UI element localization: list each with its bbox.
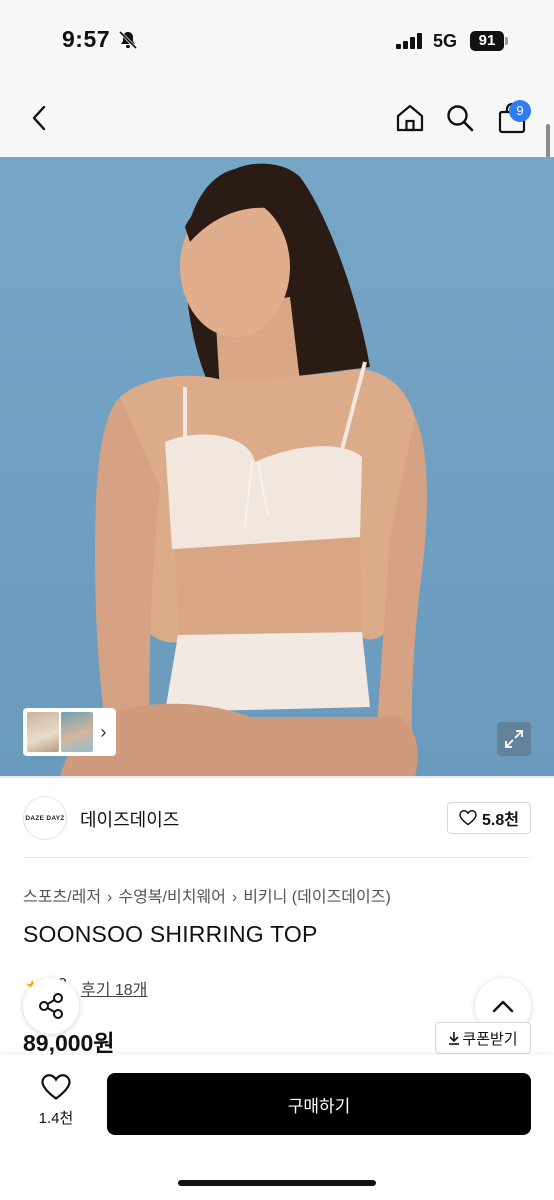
product-image[interactable] [0,157,554,776]
chevron-right-icon: › [107,889,113,906]
buy-button[interactable]: 구매하기 [107,1073,531,1135]
cart-count-badge: 9 [509,100,531,122]
brand-like-button[interactable]: 5.8천 [447,802,531,834]
brand-logo[interactable]: DAZE DAYZ [23,796,67,840]
thumbnail-strip[interactable]: › [23,708,116,756]
bell-off-icon [118,30,138,50]
search-icon [447,105,474,132]
chevron-up-icon [492,1000,514,1013]
product-title: SOONSOO SHIRRING TOP [23,921,318,947]
brand-divider [23,857,531,858]
coupon-label: 쿠폰받기 [462,1030,518,1048]
thumbnail-1[interactable] [27,712,59,752]
review-link[interactable]: 후기 18개 [81,976,147,1000]
breadcrumb-item-bikini[interactable]: 비키니 (데이즈데이즈) [243,889,391,906]
thumbnail-2[interactable] [60,712,93,752]
wishlist-button[interactable]: 1.4천 [28,1074,84,1134]
home-icon [396,104,424,132]
download-icon [449,1032,460,1045]
heart-icon [459,810,477,826]
breadcrumb: 스포츠/레저 › 수영복/비치웨어 › 비키니 (데이즈데이즈) [23,883,391,907]
coupon-button[interactable]: 쿠폰받기 [435,1022,531,1054]
breadcrumb-item-swimwear[interactable]: 수영복/비치웨어 [118,889,226,906]
expand-icon [505,730,523,748]
network-type: 5G [433,31,458,51]
share-icon [39,993,63,1019]
status-time: 9:57 [62,26,111,52]
wishlist-count: 1.4천 [38,1110,74,1127]
product-price: 89,000원 [23,1030,115,1056]
model-photo [60,163,427,776]
home-indicator [178,1180,376,1186]
breadcrumb-item-sports[interactable]: 스포츠/레저 [23,889,101,906]
brand-name[interactable]: 데이즈데이즈 [80,806,179,832]
heart-icon [41,1074,71,1100]
status-bar: 9:57 5G 91 [0,0,554,84]
home-button[interactable] [392,100,428,136]
battery-level: 91 [470,31,504,51]
section-divider [0,776,554,778]
expand-button[interactable] [497,722,531,756]
chevron-right-icon: › [231,889,238,906]
app-header [0,84,554,156]
signal-icon [396,33,422,49]
battery-cap [505,37,508,45]
back-button[interactable] [22,100,58,136]
chevron-right-icon[interactable]: › [95,722,112,743]
brand-like-count: 5.8천 [482,812,519,829]
search-button[interactable] [442,100,478,136]
back-icon [32,105,46,131]
